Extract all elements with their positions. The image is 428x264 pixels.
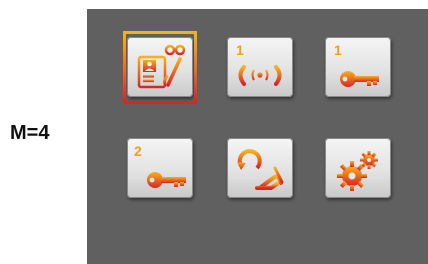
settings-tile[interactable] (325, 138, 391, 198)
call-forward-tile[interactable] (227, 138, 293, 198)
key-1-tile[interactable]: 1 (325, 37, 391, 97)
key-1-icon (340, 71, 379, 87)
call-forward-icon (237, 149, 284, 190)
call-handset-1-icon (238, 65, 282, 86)
key-2-icon (147, 172, 186, 188)
video-intercom-icon (137, 44, 186, 89)
call-1-tile[interactable]: 1 (227, 37, 293, 97)
mode-label: M=4 (10, 122, 50, 144)
settings-gear-icon (337, 151, 378, 191)
video-intercom-tile[interactable] (127, 37, 193, 97)
key-2-tile[interactable]: 2 (127, 138, 193, 198)
